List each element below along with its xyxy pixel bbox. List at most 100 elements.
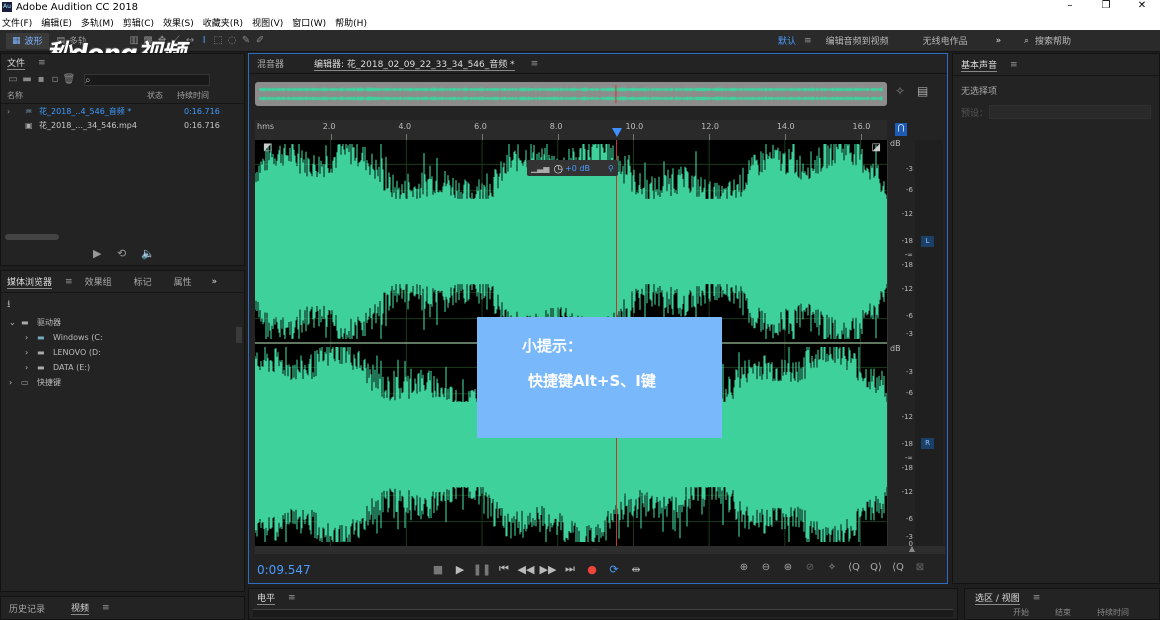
time-selection-tool-icon[interactable]: I <box>197 35 211 47</box>
tab-levels[interactable]: 电平 <box>257 591 276 605</box>
list-view-icon[interactable]: ▤ <box>917 84 928 98</box>
workspace-edit-video[interactable]: 编辑音频到视频 <box>826 34 889 47</box>
essential-sound-title[interactable]: 基本声音 <box>961 58 998 72</box>
fade-out-handle-icon[interactable]: ◪ <box>872 142 881 153</box>
close-button[interactable]: ✕ <box>1124 0 1160 12</box>
tab-markers[interactable]: 标记 <box>134 275 152 288</box>
workspace-radio[interactable]: 无线电作品 <box>923 34 968 47</box>
tab-effects-rack[interactable]: 效果组 <box>85 275 112 288</box>
column-duration[interactable]: 持续时间 <box>177 90 209 101</box>
zoom-in-amplitude-icon[interactable]: ⊕ <box>733 562 755 573</box>
spot-heal-tool-icon[interactable]: ✐ <box>253 35 267 47</box>
menu-view[interactable]: 视图(V) <box>252 16 283 29</box>
snap-icon[interactable]: ⋂ <box>895 123 907 136</box>
open-folder-icon[interactable]: ▭ <box>6 74 20 86</box>
files-tab[interactable]: 文件 <box>7 56 26 70</box>
file-row[interactable]: ▣ 花_2018_..._34_546.mp4 0:16.716 <box>1 118 244 132</box>
column-status[interactable]: 状态 <box>147 90 177 101</box>
menu-effects[interactable]: 效果(S) <box>163 16 194 29</box>
channel-right-toggle[interactable]: R <box>921 438 934 449</box>
rewind-button[interactable]: ◀◀ <box>515 563 537 576</box>
essential-sound-menu-icon[interactable]: ≡ <box>1010 60 1018 70</box>
tab-mixer[interactable]: 混音器 <box>257 57 284 70</box>
hud-gain-control[interactable]: ▁▃▅ ◷ +0 dB ⚲ <box>527 160 618 176</box>
lasso-tool-icon[interactable]: ◌ <box>225 35 239 47</box>
maximize-button[interactable]: ❐ <box>1088 0 1124 12</box>
file-search-input[interactable]: ⌕ <box>84 74 210 86</box>
waveform-overview[interactable] <box>255 82 887 106</box>
tab-selection-view[interactable]: 选区 / 视图 <box>975 591 1020 605</box>
menu-file[interactable]: 文件(F) <box>2 16 32 29</box>
more-tabs-icon[interactable]: » <box>212 277 218 287</box>
video-panel-menu-icon[interactable]: ≡ <box>102 603 110 613</box>
pause-button[interactable]: ❚❚ <box>471 563 493 576</box>
play-preview-icon[interactable]: ▶ <box>93 247 117 260</box>
zoom-out-time-icon[interactable]: ⊘ <box>799 562 821 573</box>
media-panel-menu-icon[interactable]: ≡ <box>65 277 73 287</box>
import-icon[interactable]: ▬ <box>20 74 34 86</box>
go-to-end-button[interactable]: ⏭ <box>559 562 581 576</box>
tree-item-windows[interactable]: › ▬ Windows (C: <box>1 330 244 345</box>
menu-help[interactable]: 帮助(H) <box>335 16 367 29</box>
tree-item-shortcuts[interactable]: › ▭ 快捷键 <box>1 375 244 390</box>
fast-forward-button[interactable]: ▶▶ <box>537 563 559 576</box>
menu-edit[interactable]: 编辑(E) <box>41 16 72 29</box>
marquee-tool-icon[interactable]: ⬚ <box>211 35 225 47</box>
menu-clip[interactable]: 剪辑(C) <box>123 16 154 29</box>
scroll-grip-icon[interactable]: ⋯ <box>591 547 609 553</box>
go-to-start-button[interactable]: ⏮ <box>493 562 515 576</box>
file-row[interactable]: › ♒ 花_2018_..4_546_音频 * 0:16.716 <box>1 104 244 118</box>
tree-item-lenovo[interactable]: › ▬ LENOVO (D: <box>1 345 244 360</box>
stop-button[interactable]: ■ <box>427 563 449 576</box>
new-file-icon[interactable]: ▪ <box>34 74 48 86</box>
help-search-input[interactable]: 搜索帮助 <box>1035 34 1071 47</box>
time-ruler[interactable]: hms 2.0 4.0 6.0 8.0 10.0 12.0 14.0 16.0 <box>255 120 887 140</box>
insert-icon[interactable]: ▫ <box>48 74 62 86</box>
tab-properties[interactable]: 属性 <box>174 275 192 288</box>
workspace-default[interactable]: 默认 <box>778 34 796 47</box>
timecode-display[interactable]: 0:09.547 <box>257 563 311 577</box>
zoom-selection-icon[interactable]: ✧ <box>821 562 843 573</box>
loop-preview-icon[interactable]: ⟲ <box>117 247 141 260</box>
horizontal-scrollbar[interactable]: ⋯ ▲ <box>255 544 945 554</box>
channel-left-toggle[interactable]: L <box>921 236 934 247</box>
fade-in-handle-icon[interactable]: ◩ <box>263 142 272 153</box>
expand-arrow-icon[interactable]: › <box>7 107 25 116</box>
playhead-marker[interactable] <box>611 128 622 137</box>
skip-selection-button[interactable]: ⇹ <box>625 563 647 576</box>
zoom-out-full-icon[interactable]: Q⟩ <box>865 562 887 573</box>
waveform-view-button[interactable]: ▦ 波形 <box>6 32 49 49</box>
tree-item-data[interactable]: › ▬ DATA (E:) <box>1 360 244 375</box>
volume-knob-icon[interactable]: ◷ <box>553 162 563 175</box>
menu-window[interactable]: 窗口(W) <box>292 16 326 29</box>
play-button[interactable]: ▶ <box>449 563 471 576</box>
zoom-in-point-icon[interactable]: ⟨Q <box>843 562 865 573</box>
tree-item-drives[interactable]: ⌄ ▬ 驱动器 <box>1 315 244 330</box>
vertical-scrollbar[interactable] <box>236 327 242 343</box>
volume-icon[interactable]: 🔈 <box>141 247 165 260</box>
scroll-up-icon[interactable]: ▲ <box>909 544 915 553</box>
zoom-out-amplitude-icon[interactable]: ⊖ <box>755 562 777 573</box>
tab-editor[interactable]: 编辑器: 花_2018_02_09_22_33_34_546_音频 * <box>314 57 515 71</box>
zoom-overview-icon[interactable]: ✧ <box>895 84 905 98</box>
files-panel-menu-icon[interactable]: ≡ <box>38 58 46 68</box>
column-name[interactable]: 名称 <box>7 90 147 101</box>
zoom-in-time-icon[interactable]: ⊛ <box>777 562 799 573</box>
workspace-menu-icon[interactable]: ≡ <box>804 36 812 46</box>
preset-dropdown[interactable] <box>989 105 1151 119</box>
horizontal-scrollbar[interactable] <box>5 234 59 240</box>
tab-media-browser[interactable]: 媒体浏览器 <box>7 275 53 289</box>
tab-video[interactable]: 视频 <box>71 601 90 615</box>
levels-menu-icon[interactable]: ≡ <box>288 593 296 603</box>
brush-tool-icon[interactable]: ✎ <box>239 35 253 47</box>
tab-history[interactable]: 历史记录 <box>9 602 45 615</box>
record-button[interactable]: ● <box>581 563 603 576</box>
zoom-in-both-icon[interactable]: ⟨Q <box>887 562 909 573</box>
slip-tool-icon[interactable]: ↔ <box>183 35 197 47</box>
download-icon[interactable]: ⭳ <box>1 293 244 315</box>
menu-multitrack[interactable]: 多轨(M) <box>81 16 114 29</box>
editor-menu-icon[interactable]: ≡ <box>531 59 539 69</box>
delete-icon[interactable]: 🗑 <box>62 74 76 86</box>
menu-favorites[interactable]: 收藏夹(R) <box>203 16 243 29</box>
loop-button[interactable]: ⟳ <box>603 563 625 576</box>
